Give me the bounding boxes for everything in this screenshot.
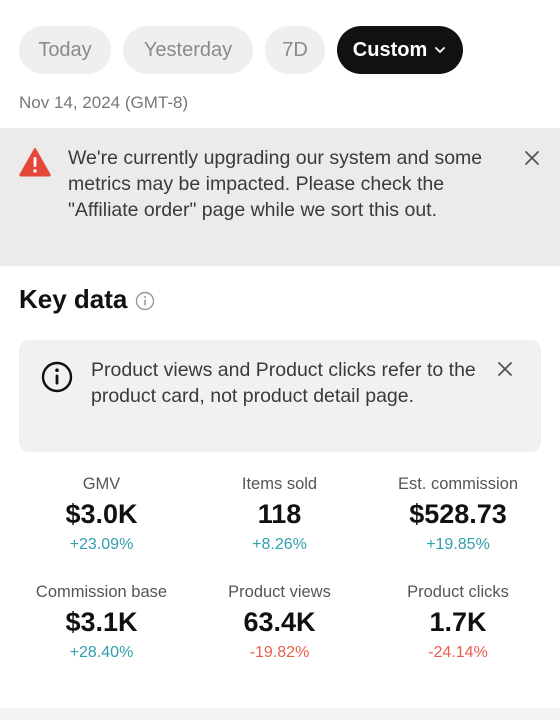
key-data-header: Key data xyxy=(19,284,155,315)
custom-label: Custom xyxy=(352,38,428,61)
metric-change: +23.09% xyxy=(69,536,134,553)
date-option-7d[interactable]: 7D xyxy=(265,26,325,74)
section-divider xyxy=(0,708,560,720)
metric-value: $3.1K xyxy=(65,607,138,637)
warning-icon xyxy=(19,147,51,177)
key-metrics-grid: GMV $3.0K +23.09% Items sold 118 +8.26% … xyxy=(0,474,560,664)
metric-change: +19.85% xyxy=(426,536,490,553)
metric-change: -19.82% xyxy=(249,644,310,661)
metric-est-commission[interactable]: Est. commission $528.73 +19.85% xyxy=(356,474,560,556)
close-icon[interactable] xyxy=(524,150,540,166)
metric-label: Items sold xyxy=(241,475,318,493)
metric-label: Product views xyxy=(228,583,331,601)
metric-change: -24.14% xyxy=(428,644,488,661)
metric-value: $528.73 xyxy=(409,499,507,529)
chevron-down-icon xyxy=(433,43,447,57)
metric-value: 63.4K xyxy=(243,607,316,637)
metric-label: Product clicks xyxy=(407,583,509,601)
metric-label: GMV xyxy=(82,475,121,493)
info-icon[interactable] xyxy=(135,291,155,311)
section-title: Key data xyxy=(19,284,128,314)
metric-commission-base[interactable]: Commission base $3.1K +28.40% xyxy=(0,582,203,664)
metric-items-sold[interactable]: Items sold 118 +8.26% xyxy=(203,474,356,556)
date-range-selector: Today Yesterday 7D Custom xyxy=(19,26,463,74)
date-option-today[interactable]: Today xyxy=(19,26,111,74)
metric-value: $3.0K xyxy=(65,499,138,529)
info-circle-icon xyxy=(41,361,73,393)
close-icon[interactable] xyxy=(497,361,513,377)
warning-message: We're currently upgrading our system and… xyxy=(68,147,483,221)
date-option-yesterday[interactable]: Yesterday xyxy=(123,26,253,74)
metric-gmv[interactable]: GMV $3.0K +23.09% xyxy=(0,474,203,556)
metric-product-views[interactable]: Product views 63.4K -19.82% xyxy=(203,582,356,664)
metric-value: 1.7K xyxy=(429,607,487,637)
selected-date: Nov 14, 2024 (GMT-8) xyxy=(19,93,189,112)
date-option-custom[interactable]: Custom xyxy=(337,26,463,74)
notice-message: Product views and Product clicks refer t… xyxy=(91,359,476,407)
metric-change: +28.40% xyxy=(69,644,134,661)
metric-label: Est. commission xyxy=(397,475,519,493)
metric-value: 118 xyxy=(257,499,302,529)
metric-change: +8.26% xyxy=(252,536,307,553)
metric-label: Commission base xyxy=(35,583,168,601)
metric-product-clicks[interactable]: Product clicks 1.7K -24.14% xyxy=(356,582,560,664)
metrics-notice: Product views and Product clicks refer t… xyxy=(19,340,541,452)
system-warning-banner: We're currently upgrading our system and… xyxy=(0,128,560,266)
